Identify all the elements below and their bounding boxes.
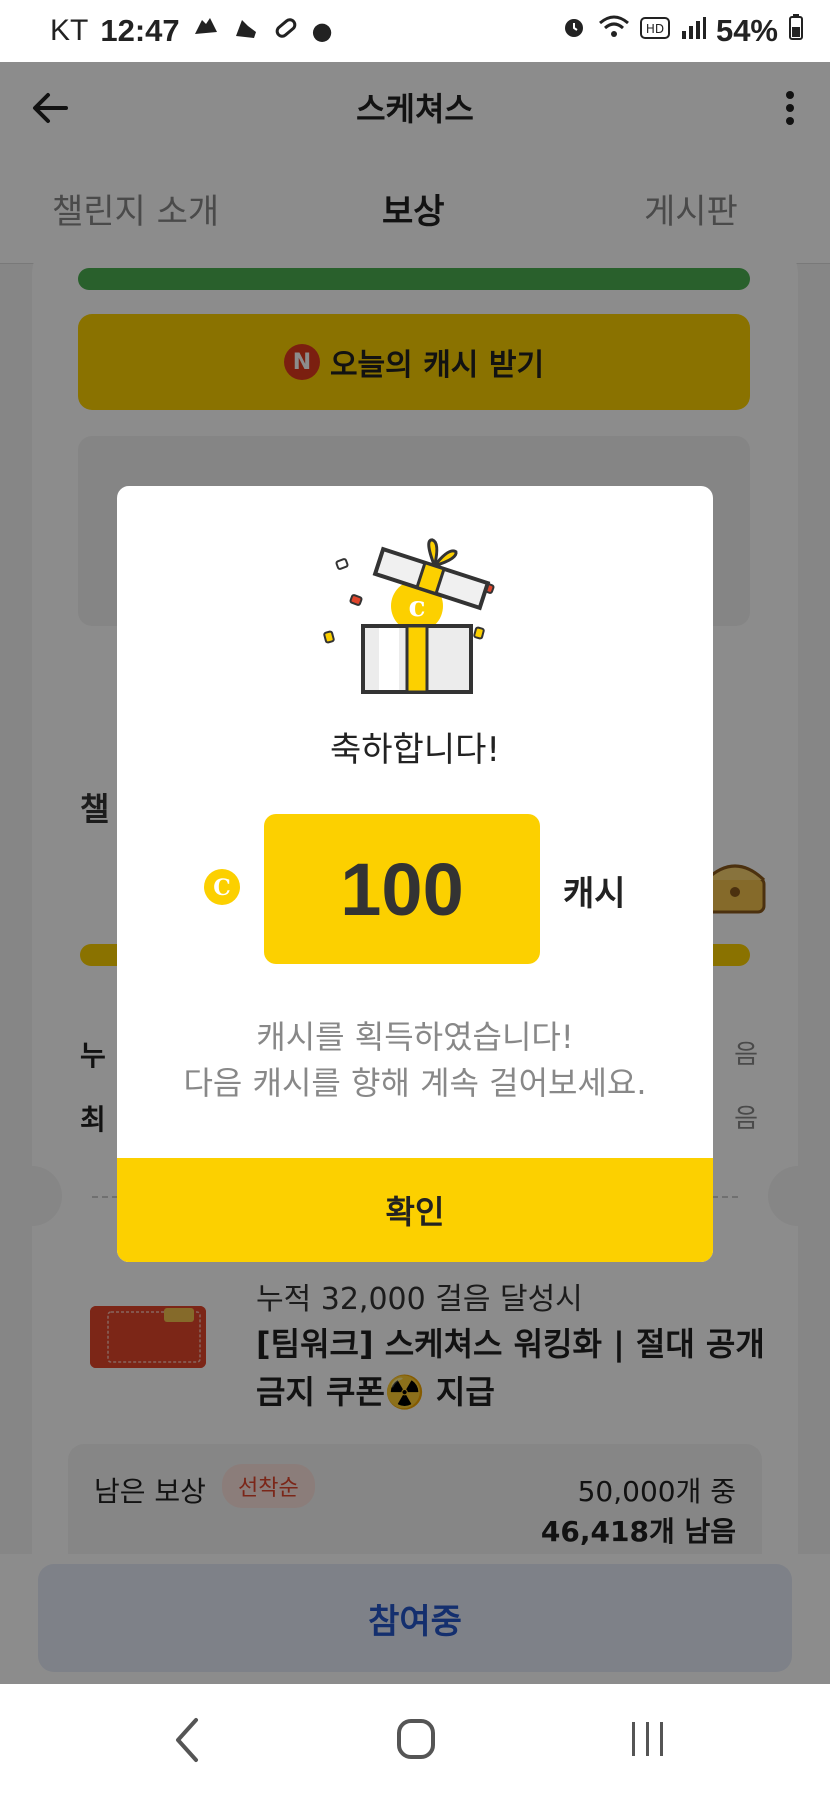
dot-icon: ●	[311, 17, 333, 45]
battery-percent: 54%	[715, 13, 778, 48]
shoe-icon	[232, 14, 260, 48]
clock: 12:47	[100, 13, 180, 48]
cash-unit: 캐시	[563, 874, 626, 914]
svg-text:c: c	[408, 590, 425, 623]
cash-amount: 100	[264, 814, 540, 964]
modal-message-line1: 캐시를 획득하였습니다!	[256, 1018, 574, 1056]
confirm-button[interactable]: 확인	[117, 1158, 713, 1262]
alarm-icon	[560, 13, 588, 49]
modal-title: 축하합니다!	[329, 730, 501, 770]
signal-icon	[680, 14, 706, 49]
nav-recent-apps-icon[interactable]	[628, 1716, 668, 1762]
battery-icon	[788, 13, 804, 49]
pill-icon	[272, 14, 300, 48]
modal-message-line2: 다음 캐시를 향해 계속 걸어보세요.	[183, 1064, 647, 1102]
carrier-label: KT	[50, 14, 89, 47]
coin-symbol: C	[213, 875, 231, 901]
wifi-icon	[598, 13, 630, 49]
nav-home-icon[interactable]	[396, 1718, 436, 1760]
reward-modal: c 축하합니다! C 100 캐시 캐시를 획득하였습니다! 다음 캐시를 향해…	[117, 486, 713, 1262]
nav-back-icon[interactable]	[166, 1712, 206, 1768]
status-bar: KT 12:47 ● HD 54%	[0, 0, 830, 62]
coin-icon: C	[203, 868, 241, 906]
svg-text:HD: HD	[646, 22, 664, 36]
system-nav-bar	[0, 1684, 830, 1798]
nike-icon	[192, 14, 220, 48]
hd-icon: HD	[639, 14, 670, 49]
gift-box-icon: c	[317, 536, 517, 696]
